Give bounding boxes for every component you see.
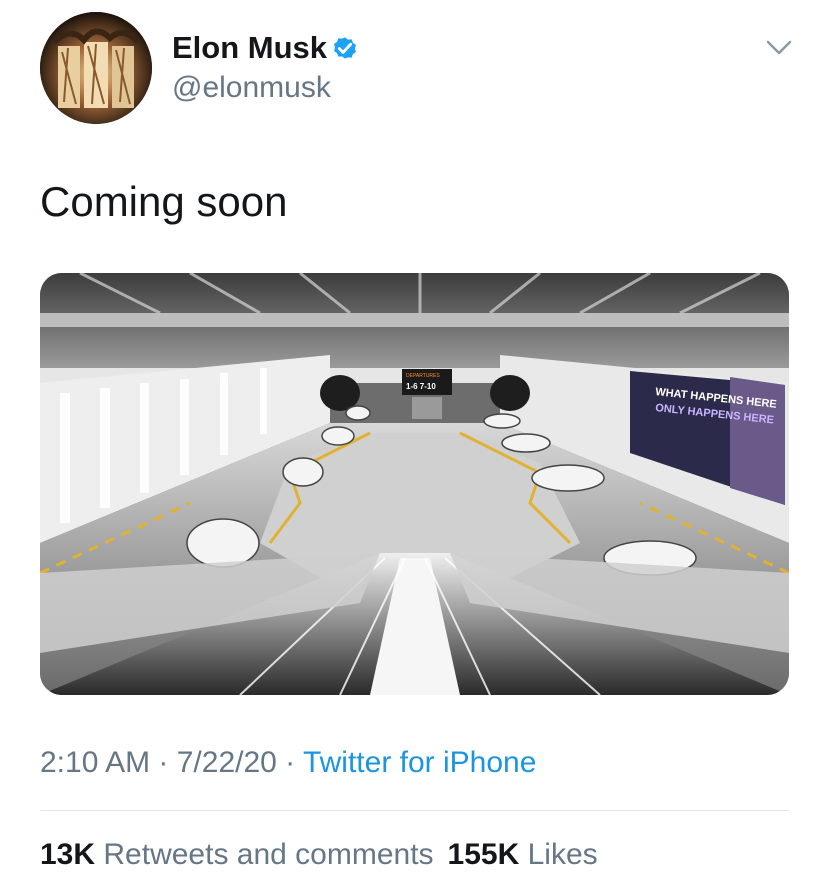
engagement-stats: 13K Retweets and comments 155K Likes: [40, 838, 598, 872]
meta-separator: ·: [150, 746, 177, 779]
tweet-timestamp: 2:10 AM · 7/22/20 · Twitter for iPhone: [40, 746, 536, 780]
tweet-source-link[interactable]: Twitter for iPhone: [303, 746, 536, 779]
display-name[interactable]: Elon Musk: [172, 30, 327, 66]
tweet-media-image[interactable]: WHAT HAPPENS HERE ONLY HAPPENS HERE DEPA…: [40, 273, 789, 695]
user-handle[interactable]: @elonmusk: [172, 71, 331, 105]
likes-stat[interactable]: 155K Likes: [448, 838, 598, 871]
tweet-time: 2:10 AM: [40, 746, 151, 779]
avatar[interactable]: [40, 12, 152, 124]
likes-label: Likes: [527, 838, 598, 871]
tweet-text: Coming soon: [40, 178, 288, 225]
gate-numbers: 1-6 7-10: [406, 382, 436, 391]
retweets-stat[interactable]: 13K Retweets and comments: [40, 838, 434, 871]
tunnel-station-rendering: WHAT HAPPENS HERE ONLY HAPPENS HERE DEPA…: [40, 273, 789, 695]
tweet-date[interactable]: 7/22/20: [177, 746, 277, 779]
retweets-count: 13K: [40, 838, 96, 871]
meta-separator: ·: [276, 746, 303, 779]
divider: [40, 810, 789, 811]
avatar-image: [40, 12, 152, 124]
retweets-label: Retweets and comments: [103, 838, 434, 871]
chevron-down-icon[interactable]: [764, 36, 794, 58]
departures-sign: DEPARTURES: [406, 373, 440, 379]
verified-badge-icon: [334, 37, 356, 59]
likes-count: 155K: [447, 838, 520, 871]
